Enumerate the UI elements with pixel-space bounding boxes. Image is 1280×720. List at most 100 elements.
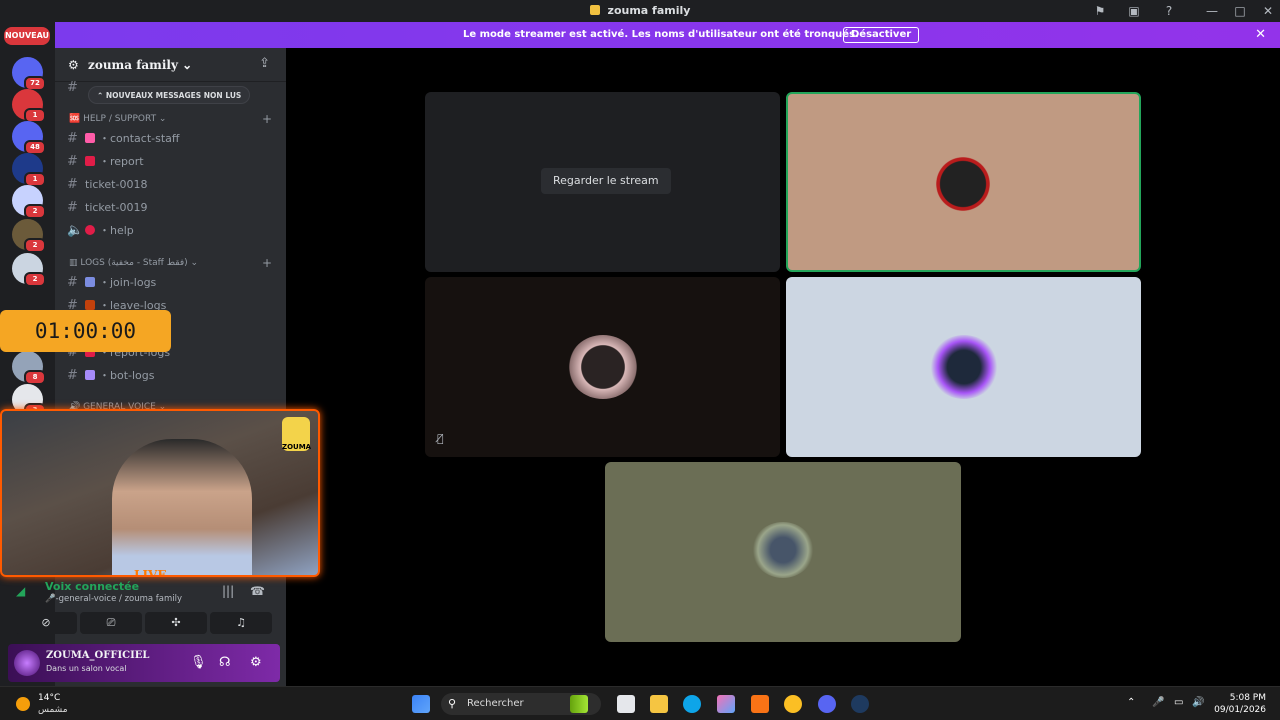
app-icon[interactable] <box>784 695 802 713</box>
banner-message: Le mode streamer est activé. Les noms d'… <box>463 29 859 40</box>
app-logo-icon <box>589 5 600 15</box>
channel-item[interactable]: # ticket-0019 <box>67 198 277 218</box>
channel-item[interactable]: # ・contact-staff <box>67 129 277 149</box>
start-icon[interactable] <box>412 695 430 713</box>
help-icon[interactable]: ? <box>1161 3 1177 19</box>
disable-button[interactable]: Désactiver <box>843 27 920 43</box>
channel-item[interactable]: # ・join-logs <box>67 273 277 293</box>
voice-action-bar: ⊘ ⎚ ✣ ♫ <box>15 612 275 634</box>
watch-stream-button[interactable]: Regarder le stream <box>541 168 671 194</box>
hash-icon: # <box>67 154 78 169</box>
search-icon: ⚲ <box>448 697 457 710</box>
minimize-button[interactable]: — <box>1198 2 1226 20</box>
participant-tile-speaking[interactable] <box>786 92 1141 272</box>
soundboard-button[interactable]: ♫ <box>210 612 272 634</box>
inbox-flag-icon[interactable]: ⚑ <box>1092 3 1108 19</box>
file-explorer-icon[interactable] <box>650 695 668 713</box>
hash-icon: # <box>67 200 78 215</box>
chevron-up-icon[interactable]: ⌃ <box>1127 697 1135 708</box>
invite-icon[interactable]: ⇪ <box>259 56 270 71</box>
windows-taskbar: 14°C مشمس ⚲ Rechercher ⌃ 🎤 ▭ 🔊 5:08 PM 0… <box>0 686 1280 720</box>
server-icon[interactable]: 2 <box>12 219 46 253</box>
microphone-icon[interactable]: 🎙 <box>190 655 207 670</box>
hash-icon: # <box>67 368 78 383</box>
new-messages-pill[interactable]: ⌃ NOUVEAUX MESSAGES NON LUS <box>88 86 251 104</box>
unread-badge: 2 <box>24 238 46 253</box>
participant-avatar <box>929 335 999 399</box>
add-channel-icon[interactable]: + <box>262 256 272 270</box>
channel-item[interactable]: # ticket-0018 <box>67 175 277 195</box>
category-help-support[interactable]: 🆘 HELP / SUPPORT ⌄ <box>69 114 166 124</box>
streamer-mode-banner: Le mode streamer est activé. Les noms d'… <box>55 22 1280 48</box>
stream-timer: 01:00:00 <box>0 310 171 352</box>
noise-suppression-icon[interactable]: ||| <box>222 584 234 598</box>
weather-description[interactable]: مشمس <box>38 705 68 715</box>
server-icon[interactable]: 2 <box>12 185 46 219</box>
participant-tile[interactable] <box>605 462 961 642</box>
voice-status[interactable]: Voix connectée <box>45 580 139 593</box>
temperature[interactable]: 14°C <box>38 693 60 703</box>
participant-avatar <box>568 335 638 399</box>
maximize-button[interactable]: □ <box>1226 2 1254 20</box>
title-bar: zouma family ⚑ ▣ ? — □ ✕ <box>0 0 1280 22</box>
participant-tile[interactable]: 🎙̸ <box>425 277 780 457</box>
streamer-video <box>112 439 252 575</box>
server-icon[interactable]: 1 <box>12 89 46 123</box>
search-highlight-icon <box>570 695 588 713</box>
server-icon[interactable]: 72 <box>12 57 46 91</box>
new-badge[interactable]: NOUVEAU <box>4 27 50 45</box>
server-icon[interactable]: 48 <box>12 121 46 155</box>
add-channel-icon[interactable]: + <box>262 112 272 126</box>
channel-emoji-icon <box>85 277 95 287</box>
participant-tile[interactable] <box>786 277 1141 457</box>
weather-sun-icon[interactable] <box>16 697 30 711</box>
hash-icon: # <box>67 80 78 95</box>
share-screen-button[interactable]: ⎚ <box>80 612 142 634</box>
channel-item[interactable]: # ・bot-logs <box>67 366 277 386</box>
edge-icon[interactable] <box>683 695 701 713</box>
voice-connection-panel: ◢ Voix connectée 🎤-general-voice / zouma… <box>8 578 278 608</box>
headphones-icon[interactable]: ☊ <box>219 655 231 670</box>
unread-badge: 2 <box>24 272 46 287</box>
speaker-icon: 🔈 <box>67 223 84 238</box>
network-icon[interactable]: ▭ <box>1174 697 1183 708</box>
task-view-icon[interactable] <box>617 695 635 713</box>
channel-emoji-icon <box>85 133 95 143</box>
system-clock[interactable]: 5:08 PM 09/01/2026 <box>1214 692 1266 716</box>
search-placeholder: Rechercher <box>467 698 524 709</box>
copilot-icon[interactable] <box>717 695 735 713</box>
webcam-overlay: ZOUMA LIVE <box>0 409 320 577</box>
close-icon[interactable]: ✕ <box>1255 27 1266 42</box>
avatar[interactable] <box>14 650 40 676</box>
channel-item[interactable]: # ・report <box>67 152 277 172</box>
activities-button[interactable]: ✣ <box>145 612 207 634</box>
steam-icon[interactable] <box>851 695 869 713</box>
live-badge: LIVE <box>134 568 167 577</box>
voice-channel-item[interactable]: 🔈 ・help <box>67 221 277 241</box>
server-icon[interactable]: 8 <box>12 351 46 385</box>
guild-header[interactable]: ⚙ zouma family ⌄ ⇪ <box>55 48 286 82</box>
microphone-icon[interactable]: 🎤 <box>1152 697 1164 708</box>
clock-time: 5:08 PM <box>1229 693 1266 703</box>
server-icon[interactable]: 2 <box>12 253 46 287</box>
clock-date: 09/01/2026 <box>1214 705 1266 715</box>
channel-emoji-icon <box>85 300 95 310</box>
server-icon[interactable]: 1 <box>12 153 46 187</box>
guild-name: zouma family ⌄ <box>88 58 193 72</box>
username[interactable]: ZOUMA_OFFICIEL <box>46 650 149 661</box>
discord-icon[interactable] <box>818 695 836 713</box>
channel-emoji-icon <box>85 370 95 380</box>
volume-icon[interactable]: 🔊 <box>1192 697 1204 708</box>
participant-avatar <box>752 522 814 578</box>
participant-avatar <box>931 152 995 216</box>
app-icon[interactable] <box>751 695 769 713</box>
hash-icon: # <box>67 275 78 290</box>
close-window-button[interactable]: ✕ <box>1254 2 1280 20</box>
disconnect-icon[interactable]: ☎ <box>250 584 265 598</box>
screen-share-icon[interactable]: ▣ <box>1126 3 1142 19</box>
muted-icon: 🎙̸ <box>437 432 444 445</box>
gear-icon[interactable]: ⚙ <box>250 655 262 670</box>
signal-icon[interactable]: ◢ <box>16 584 32 600</box>
camera-off-button[interactable]: ⊘ <box>15 612 77 634</box>
category-logs[interactable]: ▥ LOGS (مخفية - Staff فقط) ⌄ <box>69 258 198 268</box>
